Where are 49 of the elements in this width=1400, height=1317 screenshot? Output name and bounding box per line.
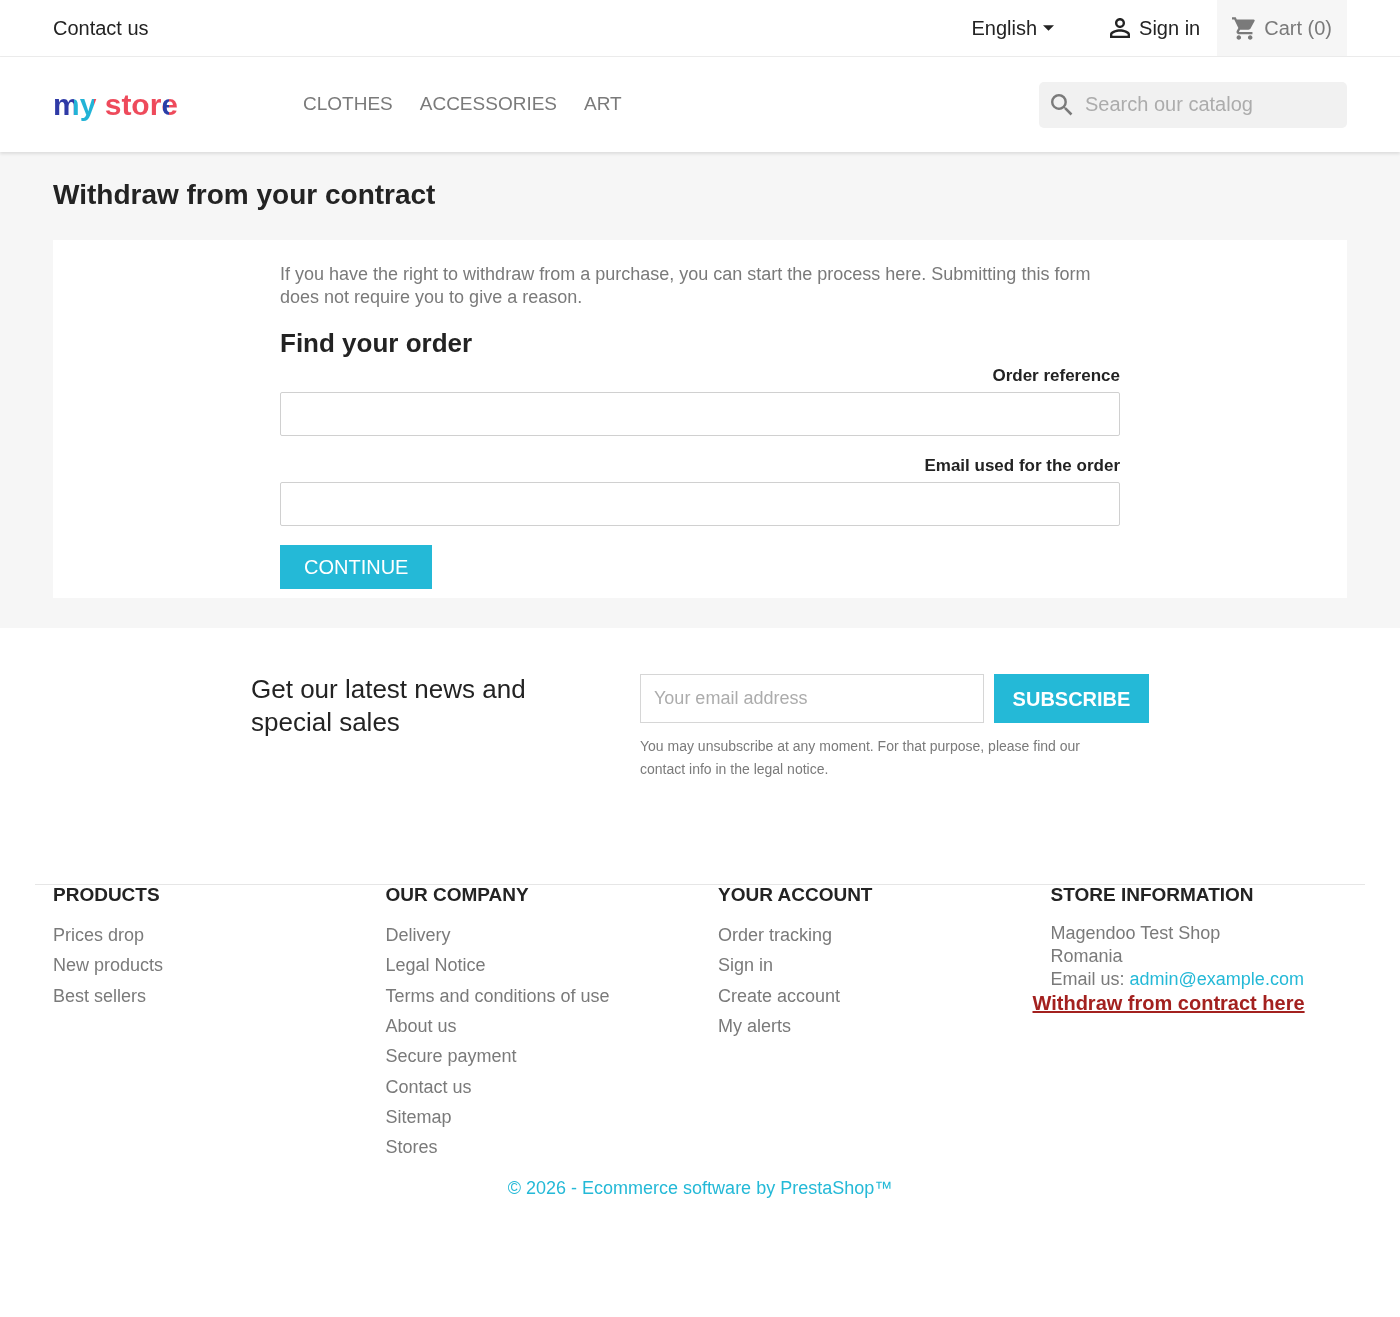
form-heading: Find your order [280, 327, 474, 359]
caret-icon [1043, 25, 1055, 31]
newsletter-heading: Get our latest news and special sales [251, 673, 527, 739]
footer-link[interactable]: Prices drop [53, 923, 145, 948]
footer-link[interactable]: Secure payment [385, 1044, 517, 1069]
store-info-text: Magendoo Test Shop [1050, 922, 1221, 945]
email-link[interactable]: admin@example.com [1129, 969, 1304, 989]
input-field[interactable] [280, 482, 1120, 526]
cart-link[interactable]: Cart (0) [1217, 0, 1347, 56]
footer-heading: PRODUCTS [53, 885, 161, 905]
footer-link[interactable]: Terms and conditions of use [385, 983, 610, 1008]
footer-link[interactable]: Create account [718, 983, 841, 1008]
input-field[interactable] [280, 392, 1120, 436]
menu-link[interactable]: CLOTHES [303, 90, 393, 119]
user-icon [1110, 18, 1131, 38]
store-email-text: Email us: admin@example.com [1050, 968, 1304, 991]
footer-heading: YOUR ACCOUNT [718, 885, 874, 905]
intro-text: If you have the right to withdraw from a purchase, you can start the process here. Submitting this form does not require you to give a reason. [280, 263, 1092, 309]
footer-link[interactable]: New products [53, 953, 164, 978]
withdraw-link[interactable]: Withdraw from contract here [1032, 991, 1305, 1016]
footer-link[interactable]: Delivery [385, 923, 451, 948]
footer-heading: STORE INFORMATION [1050, 885, 1255, 905]
search-field[interactable]: Search our catalog [1039, 81, 1347, 128]
footer-link[interactable]: Sitemap [385, 1104, 452, 1129]
menu-link[interactable]: ACCESSORIES [419, 90, 557, 119]
footer-heading: OUR COMPANY [385, 885, 530, 905]
field-label: Email used for the order [924, 455, 1120, 477]
footer-link[interactable]: Stores [385, 1135, 438, 1160]
contact-link[interactable]: Contact us [53, 13, 149, 43]
field-label: Order reference [992, 365, 1120, 387]
language-selector[interactable]: English [971, 13, 1055, 43]
continue-button[interactable]: CONTINUE [280, 545, 433, 589]
sign-in-link[interactable]: Sign in [1110, 13, 1201, 43]
footer-link[interactable]: Best sellers [53, 983, 147, 1008]
footer-link[interactable]: Order tracking [718, 923, 833, 948]
footer-link[interactable]: Legal Notice [385, 953, 486, 978]
newsletter-note: You may unsubscribe at any moment. For that purpose, please find our contact info in the legal notice. [640, 737, 1081, 779]
copyright-link[interactable]: © 2026 - Ecommerce software by PrestaShop™ [507, 1176, 893, 1201]
cart-icon [1232, 16, 1258, 40]
footer-link[interactable]: Contact us [385, 1074, 472, 1099]
footer-link[interactable]: Sign in [718, 953, 774, 978]
store-info-text: Romania [1050, 945, 1123, 968]
menu-link[interactable]: ART [584, 90, 622, 119]
footer-link[interactable]: About us [385, 1014, 457, 1039]
search-icon [1051, 93, 1073, 116]
subscribe-button[interactable]: SUBSCRIBE [994, 674, 1149, 723]
footer-link[interactable]: My alerts [718, 1014, 791, 1039]
email-field[interactable]: Your email address [640, 674, 984, 723]
page-title: Withdraw from your contract [53, 178, 437, 212]
